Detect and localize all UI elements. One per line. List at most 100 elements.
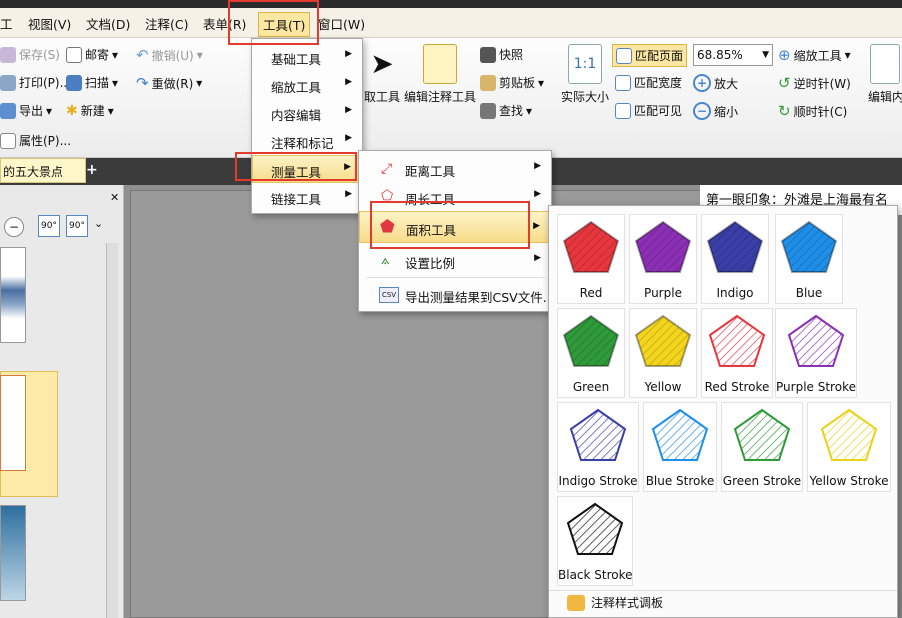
rotate-ccw-button[interactable]: ↺ 逆时针(W) (778, 74, 851, 92)
clipboard-button[interactable]: 剪贴板 ▾ (480, 74, 544, 91)
document-tab[interactable]: 的五大景点 (0, 158, 86, 183)
zoom-select[interactable]: 68.85% ▼ (693, 44, 773, 66)
distance-tool-item[interactable]: ⤢ 距离工具 ▶ (359, 155, 551, 183)
mail-button[interactable]: 邮寄 ▾ (66, 46, 118, 63)
zoom-in-icon: + (693, 74, 711, 92)
swatch-label: Green Stroke (722, 474, 802, 488)
undo-button[interactable]: ↶ 撤销(U) ▾ (136, 46, 203, 64)
binoculars-icon (480, 102, 496, 119)
redo-button[interactable]: ↷ 重做(R) ▾ (136, 74, 202, 92)
menu-comment[interactable]: 注释(C) (145, 14, 188, 33)
area-tool-item[interactable]: ⬟ 面积工具 ▶ (359, 211, 551, 243)
pentagon-swatch-icon (651, 408, 709, 461)
zoom-out-icon: − (693, 102, 711, 120)
pentagon-swatch-icon (787, 314, 845, 367)
zoom-out-button[interactable]: − 缩小 (693, 102, 738, 120)
find-button[interactable]: 查找 ▾ (480, 102, 532, 119)
export-csv-item[interactable]: CSV 导出测量结果到CSV文件... (359, 281, 555, 309)
page-thumbnail-1[interactable] (0, 247, 26, 343)
swatch-yellow-stroke[interactable]: Yellow Stroke (807, 402, 891, 492)
rotate-cw-button[interactable]: ↻ 顺时针(C) (778, 102, 847, 120)
page-thumbnail-2[interactable] (0, 375, 26, 471)
swatch-blue-stroke[interactable]: Blue Stroke (643, 402, 717, 492)
more-options-icon[interactable]: ⌄ (94, 217, 103, 230)
swatch-purple-stroke[interactable]: Purple Stroke (775, 308, 857, 398)
menu-form[interactable]: 表单(R) (203, 14, 246, 33)
swatch-red[interactable]: Red (557, 214, 625, 304)
thumbnail-panel: ✕ − 90° 90° ⌄ (0, 185, 124, 618)
menu-tools-partial[interactable]: 工 (0, 14, 13, 33)
actual-size-button[interactable]: 1:1 实际大小 (560, 44, 610, 105)
zoom-tool-button[interactable]: ⊕ 缩放工具 ▾ (778, 46, 851, 64)
select-tool-button[interactable]: ➤ 取工具 (362, 44, 402, 105)
swatch-label: Yellow Stroke (809, 474, 889, 488)
menu-window[interactable]: 窗口(W) (318, 14, 365, 33)
thumbnail-scrollbar[interactable] (106, 243, 118, 618)
cursor-icon: ➤ (370, 47, 394, 80)
pentagon-swatch-icon (780, 220, 838, 273)
zoom-in-button[interactable]: + 放大 (693, 74, 738, 92)
ribbon-toolbar: 保存(S) 邮寄 ▾ ↶ 撤销(U) ▾ 打印(P)... 扫描 ▾ ↷ 重做(R) ▾ 导… (0, 38, 902, 158)
redo-icon: ↷ (136, 74, 149, 92)
new-tab-button[interactable]: + (86, 163, 100, 177)
chevron-down-icon: ▼ (762, 50, 769, 60)
chevron-right-icon: ▶ (344, 162, 351, 172)
fit-width-button[interactable]: 匹配宽度 (615, 74, 682, 91)
pentagon-swatch-icon (634, 220, 692, 273)
pentagon-swatch-icon (733, 408, 791, 461)
swatch-purple[interactable]: Purple (629, 214, 697, 304)
snapshot-button[interactable]: 快照 (480, 46, 523, 63)
menu-zoom-tools[interactable]: 缩放工具 ▶ (252, 71, 362, 99)
menu-link-tools[interactable]: 链接工具 ▶ (252, 183, 362, 211)
magnifier-icon: ⊕ (778, 46, 791, 64)
fit-visible-button[interactable]: 匹配可见 (615, 102, 682, 119)
swatch-green-stroke[interactable]: Green Stroke (721, 402, 803, 492)
swatch-label: Purple Stroke (776, 380, 856, 394)
swatch-green[interactable]: Green (557, 308, 625, 398)
rotate-left-thumb-icon[interactable]: 90° (38, 215, 60, 237)
menu-basic-tools[interactable]: 基础工具 ▶ (252, 43, 362, 71)
swatch-yellow[interactable]: Yellow (629, 308, 697, 398)
annotation-style-palette-button[interactable]: 注释样式调板 (567, 594, 663, 611)
rotate-ccw-icon: ↺ (778, 74, 791, 92)
fit-width-icon (615, 74, 631, 91)
save-icon (0, 46, 16, 63)
properties-button[interactable]: 属性(P)... (0, 132, 71, 149)
save-button[interactable]: 保存(S) (0, 46, 60, 63)
page-thumbnail-3[interactable] (0, 505, 26, 601)
new-button[interactable]: ✱ 新建 ▾ (66, 102, 114, 119)
edit-text-button[interactable]: 编辑内 (868, 44, 902, 105)
swatch-indigo-stroke[interactable]: Indigo Stroke (557, 402, 639, 492)
menu-content-edit[interactable]: 内容编辑 ▶ (252, 99, 362, 127)
swatch-red-stroke[interactable]: Red Stroke (701, 308, 773, 398)
menu-comment-markup[interactable]: 注释和标记 ▶ (252, 127, 362, 155)
rotate-right-thumb-icon[interactable]: 90° (66, 215, 88, 237)
menu-measure-tools[interactable]: 测量工具 ▶ (252, 155, 362, 183)
set-scale-item[interactable]: ⟑ 设置比例 ▶ (359, 247, 551, 275)
swatch-indigo[interactable]: Indigo (701, 214, 769, 304)
edit-annotation-tool-button[interactable]: 编辑注释工具 (404, 44, 476, 105)
pentagon-swatch-icon (569, 408, 627, 461)
zoom-out-thumb-icon[interactable]: − (4, 217, 24, 237)
fit-page-button[interactable]: 匹配页面 (612, 44, 688, 67)
perimeter-tool-item[interactable]: ⬠ 周长工具 ▶ (359, 183, 551, 211)
mail-icon (66, 46, 82, 63)
print-button[interactable]: 打印(P)... (0, 74, 71, 91)
measure-tools-menu: ⤢ 距离工具 ▶ ⬠ 周长工具 ▶ ⬟ 面积工具 ▶ ⟑ 设置比例 ▶ CSV 导出测量结果到CS… (358, 150, 555, 312)
menu-divider (367, 277, 545, 278)
swatch-label: Yellow (644, 380, 682, 394)
menu-document[interactable]: 文档(D) (86, 14, 130, 33)
chevron-right-icon: ▶ (534, 161, 541, 171)
scan-button[interactable]: 扫描 ▾ (66, 74, 118, 91)
menu-view[interactable]: 视图(V) (28, 14, 71, 33)
fit-page-icon (616, 47, 632, 64)
scan-icon (66, 74, 82, 91)
chevron-right-icon: ▶ (534, 253, 541, 263)
pentagon-swatch-icon (708, 314, 766, 367)
chevron-right-icon: ▶ (345, 77, 352, 87)
swatch-blue[interactable]: Blue (775, 214, 843, 304)
swatch-black-stroke[interactable]: Black Stroke (557, 496, 633, 586)
close-icon[interactable]: ✕ (110, 191, 119, 204)
menu-tools[interactable]: 工具(T) (258, 12, 311, 37)
export-button[interactable]: 导出 ▾ (0, 102, 52, 119)
